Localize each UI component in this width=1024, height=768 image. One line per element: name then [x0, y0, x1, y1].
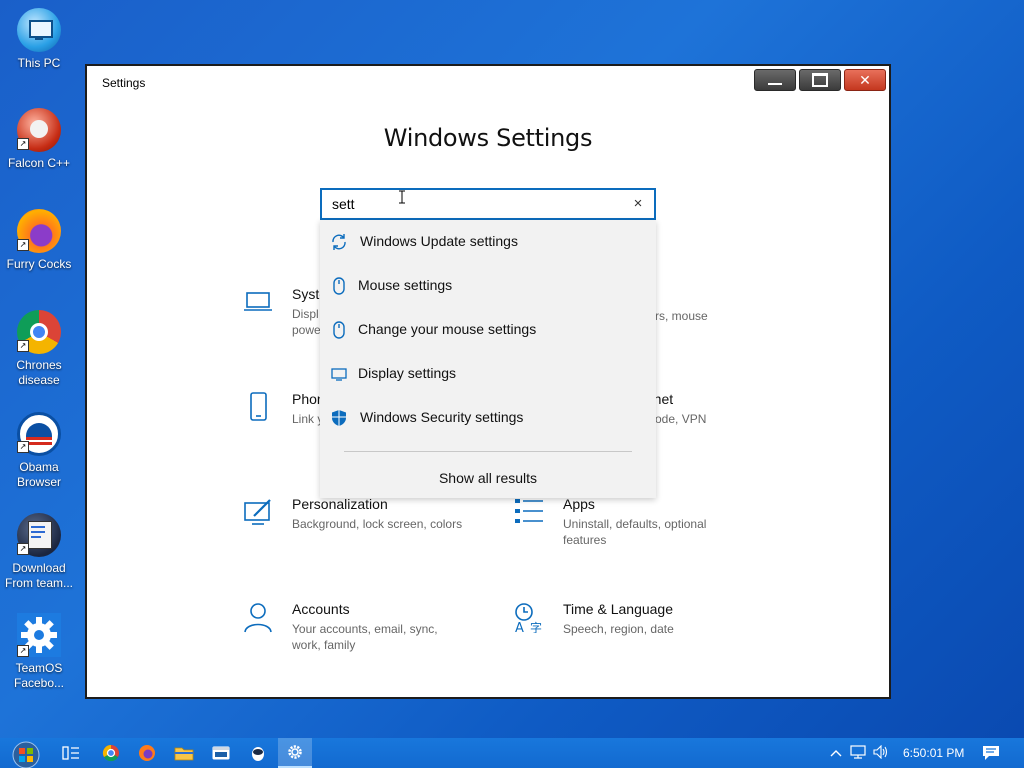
mouse-icon	[333, 277, 345, 295]
system-tray	[826, 738, 892, 768]
category-desc: rs, mouse	[655, 309, 708, 323]
monitor-icon	[331, 368, 347, 381]
category-accounts[interactable]: Accounts Your accounts, email, sync, wor…	[242, 601, 492, 671]
suggestion-label: Windows Security settings	[360, 409, 524, 425]
desktop-icon-label: Chrones disease	[16, 358, 62, 387]
search-suggestions: Windows Update settings Mouse settings C…	[320, 220, 656, 498]
maximize-icon	[800, 70, 840, 90]
taskbar-chrome[interactable]	[94, 738, 128, 768]
minimize-icon	[755, 70, 795, 90]
category-title: Apps	[563, 496, 595, 512]
desktop-icon-label: Download From team...	[4, 561, 73, 590]
desktop-icon-label: TeamOS Facebo...	[13, 661, 65, 690]
robot-icon	[252, 747, 264, 761]
category-desc: Speech, region, date	[563, 622, 674, 636]
desktop-icon-falcon[interactable]: ↗ Falcon C++	[4, 108, 74, 171]
desktop-icon-label: This PC	[17, 56, 61, 70]
taskbar: 6:50:01 PM	[0, 738, 1024, 768]
search-input[interactable]	[332, 195, 612, 213]
refresh-icon	[332, 234, 346, 250]
desktop-icon-label: Obama Browser	[16, 460, 61, 489]
dropdown-divider	[344, 451, 632, 452]
suggestion-change-mouse[interactable]: Change your mouse settings	[320, 308, 656, 352]
category-apps[interactable]: Apps Uninstall, defaults, optional featu…	[513, 496, 763, 566]
category-desc: Your accounts, email, sync, work, family	[292, 622, 438, 652]
gear-icon: ↗	[17, 613, 61, 657]
desktop-icon-teamos[interactable]: ↗ TeamOS Facebo...	[4, 613, 74, 691]
firefox-icon	[139, 745, 155, 761]
taskbar-file-explorer[interactable]	[167, 738, 201, 768]
gear-icon	[288, 745, 302, 759]
volume-icon[interactable]	[870, 744, 892, 762]
title-bar[interactable]: Settings ✕	[87, 66, 889, 100]
folder-icon	[174, 747, 194, 761]
suggestion-mouse[interactable]: Mouse settings	[320, 264, 656, 308]
firefox-icon: ↗	[17, 209, 61, 253]
computer-icon	[17, 8, 61, 52]
category-desc: ode, VPN	[655, 412, 707, 426]
svg-text:A: A	[515, 621, 524, 633]
suggestion-label: Display settings	[358, 365, 457, 381]
category-title: Personalization	[292, 496, 388, 512]
start-button[interactable]	[6, 738, 46, 768]
desktop-icon-download[interactable]: ↗ Download From team...	[4, 513, 74, 591]
desktop-icon-chrome[interactable]: ↗ Chrones disease	[4, 310, 74, 388]
mouse-icon	[333, 321, 345, 339]
search-box[interactable]: ×	[320, 188, 656, 220]
maximize-button[interactable]	[799, 69, 841, 91]
taskbar-app[interactable]	[241, 738, 275, 768]
svg-text:字: 字	[530, 620, 542, 633]
desktop-icon-this-pc[interactable]: This PC	[4, 8, 74, 71]
falcon-cpp-icon: ↗	[17, 108, 61, 152]
text-cursor-icon	[399, 190, 405, 204]
paint-icon	[244, 499, 271, 525]
suggestion-label: Mouse settings	[358, 277, 453, 293]
taskbar-window-app[interactable]	[204, 738, 238, 768]
category-personalization[interactable]: Personalization Background, lock screen,…	[242, 496, 492, 566]
suggestion-label: Windows Update settings	[360, 233, 518, 249]
category-desc: Background, lock screen, colors	[292, 517, 463, 531]
category-title: Time & Language	[563, 601, 673, 617]
clock[interactable]: 6:50:01 PM	[903, 738, 964, 768]
suggestion-label: Change your mouse settings	[358, 321, 537, 337]
desktop-icon-firefox[interactable]: ↗ Furry Cocks	[4, 209, 74, 272]
laptop-icon	[244, 292, 272, 311]
windows-start-icon	[12, 741, 40, 768]
close-button[interactable]: ✕	[844, 69, 886, 91]
suggestion-windows-update[interactable]: Windows Update settings	[320, 220, 656, 264]
category-title: Accounts	[292, 601, 350, 617]
suggestion-display[interactable]: Display settings	[320, 352, 656, 396]
window-title: Settings	[102, 76, 146, 90]
task-view-button[interactable]	[54, 738, 88, 768]
taskbar-settings[interactable]	[278, 738, 312, 768]
suggestion-security[interactable]: Windows Security settings	[320, 396, 656, 440]
notification-icon	[983, 746, 999, 760]
window-app-icon	[212, 746, 230, 760]
apps-list-icon	[515, 499, 543, 523]
action-center-button[interactable]	[974, 738, 1008, 768]
category-desc: Uninstall, defaults, optional features	[563, 517, 707, 547]
desktop-icon-label: Falcon C++	[7, 156, 71, 170]
minimize-button[interactable]	[754, 69, 796, 91]
download-doc-icon: ↗	[17, 513, 61, 557]
phone-icon	[250, 392, 267, 421]
page-title: Windows Settings	[383, 124, 593, 152]
network-icon[interactable]	[846, 744, 870, 762]
obama-logo-icon: ↗	[17, 412, 61, 456]
show-all-results-link[interactable]: Show all results	[320, 470, 656, 486]
chrome-icon: ↗	[17, 310, 61, 354]
task-view-icon	[62, 746, 79, 760]
chevron-up-icon[interactable]	[826, 746, 846, 760]
category-time-language[interactable]: A字 Time & Language Speech, region, date	[513, 601, 763, 671]
chrome-icon	[102, 744, 119, 762]
taskbar-firefox[interactable]	[130, 738, 164, 768]
time-language-icon: A字	[515, 603, 542, 633]
desktop-icon-obama-browser[interactable]: ↗ Obama Browser	[4, 412, 74, 490]
clear-search-icon[interactable]: ×	[630, 196, 646, 212]
desktop-icon-label: Furry Cocks	[6, 257, 72, 271]
person-icon	[244, 603, 272, 633]
shield-icon	[332, 410, 346, 426]
settings-window: Settings ✕ Windows Settings Syste Displ …	[85, 64, 891, 699]
close-icon: ✕	[859, 71, 871, 88]
